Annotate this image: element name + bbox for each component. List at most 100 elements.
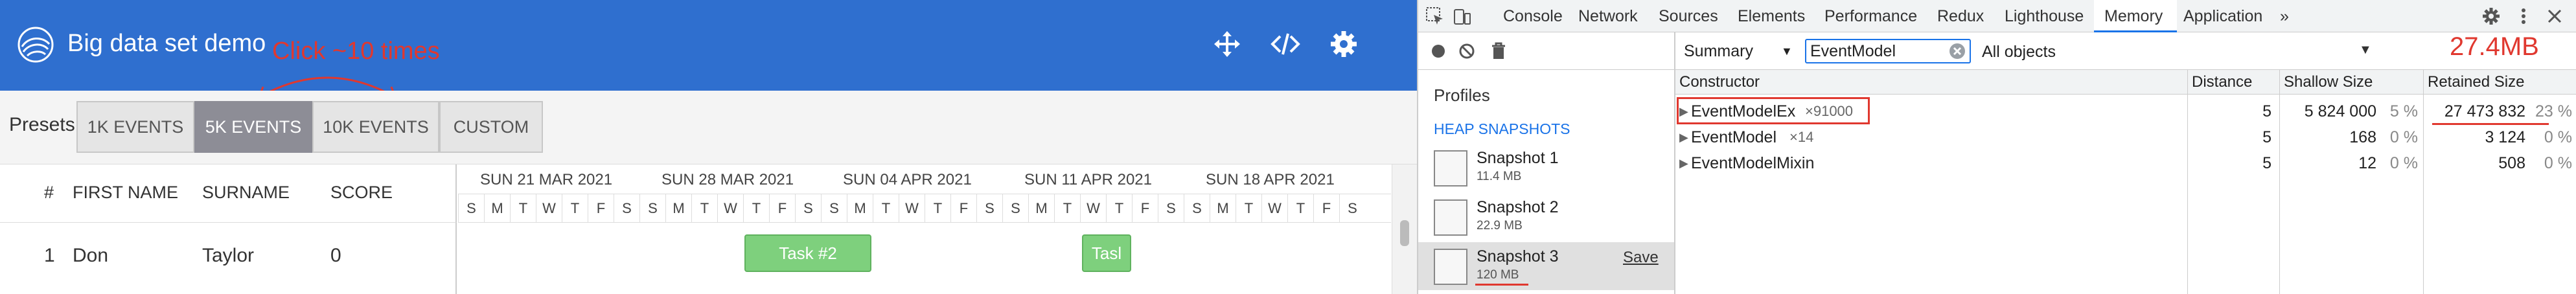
column-header-distance[interactable]: Distance [2187, 70, 2279, 95]
expand-arrow-icon[interactable]: ▶ [1679, 150, 1688, 176]
constructor-name: EventModelMixin [1691, 154, 1815, 172]
instance-count: ×14 [1789, 129, 1814, 145]
tab-memory[interactable]: Memory [2094, 0, 2177, 32]
scrollbar-thumb[interactable] [1400, 220, 1409, 246]
tab-redux[interactable]: Redux [1931, 0, 1998, 32]
day-cell: T [1106, 194, 1132, 223]
move-icon[interactable] [1212, 28, 1243, 60]
shallow-size-value: 12 [2358, 154, 2376, 172]
retained-size-value: 27 473 832 [2444, 102, 2525, 120]
memory-annotation: 27.4MB [2450, 32, 2539, 61]
table-row[interactable]: ▶ EventModelMixin 5 12 0 % 508 0 % [1675, 150, 2576, 176]
day-cell: T [562, 194, 588, 223]
settings-icon[interactable] [1328, 28, 1359, 60]
device-toolbar-icon[interactable] [1452, 6, 1473, 27]
shallow-size-percent: 0 % [2389, 154, 2418, 172]
day-cell: F [1132, 194, 1158, 223]
code-icon[interactable] [1270, 28, 1301, 60]
distance-value: 5 [2262, 128, 2271, 146]
snapshot-name: Snapshot 3 [1477, 247, 1559, 266]
objects-select[interactable]: All objects [1982, 43, 2056, 62]
column-header-index[interactable]: # [44, 183, 54, 203]
save-snapshot-link[interactable]: Save [1623, 249, 1659, 267]
snapshot-item-selected[interactable]: Snapshot 3 120 MB Save [1418, 242, 1674, 290]
snapshot-icon [1434, 199, 1467, 236]
table-row[interactable]: 1 Don Taylor 0 [0, 223, 457, 294]
column-header-shallow-size[interactable]: Shallow Size [2279, 70, 2423, 95]
table-row[interactable]: ▶ EventModel ×14 5 168 0 % 3 124 0 % [1675, 124, 2576, 150]
snapshot-size: 120 MB [1477, 268, 1519, 282]
day-cell: F [588, 194, 614, 223]
day-cell: M [1210, 194, 1236, 223]
snapshot-item[interactable]: Snapshot 1 11.4 MB [1418, 144, 1674, 192]
preset-1k-button[interactable]: 1K EVENTS [76, 101, 194, 153]
tab-lighthouse[interactable]: Lighthouse [1998, 0, 2094, 32]
tab-application[interactable]: Application [2177, 0, 2274, 32]
timeline-scrollbar[interactable] [1392, 164, 1417, 294]
tab-console[interactable]: Console [1497, 0, 1572, 32]
day-cell: S [1339, 194, 1365, 223]
settings-icon[interactable] [2481, 6, 2501, 27]
class-filter-input[interactable]: EventModel [1805, 39, 1971, 63]
day-cell: F [950, 194, 976, 223]
tab-performance[interactable]: Performance [1818, 0, 1931, 32]
view-select[interactable]: Summary ▼ [1684, 39, 1800, 63]
day-cell: W [1080, 194, 1106, 223]
day-cell: S [1184, 194, 1210, 223]
column-header-constructor[interactable]: Constructor [1675, 70, 2187, 95]
day-cell: S [795, 194, 821, 223]
column-header-surname[interactable]: SURNAME [202, 183, 290, 203]
preset-10k-button[interactable]: 10K EVENTS [312, 101, 439, 153]
snapshot-item[interactable]: Snapshot 2 22.9 MB [1418, 193, 1674, 241]
shallow-size-value: 5 824 000 [2304, 102, 2376, 120]
day-cell: T [1236, 194, 1261, 223]
column-header-retained-size[interactable]: Retained Size [2423, 70, 2576, 95]
day-cell: T [691, 194, 717, 223]
column-header-first-name[interactable]: FIRST NAME [73, 183, 178, 203]
week-label: SUN 04 APR 2021 [843, 171, 972, 188]
devtools-panel: Console Network Sources Elements Perform… [1417, 0, 2576, 294]
table-header: Constructor Distance Shallow Size Retain… [1675, 70, 2576, 95]
week-label: SUN 11 APR 2021 [1024, 171, 1153, 188]
snapshot-name: Snapshot 2 [1477, 198, 1559, 216]
task-bar[interactable]: Task #2 [744, 234, 871, 272]
tab-network[interactable]: Network [1572, 0, 1652, 32]
retained-size-value: 3 124 [2485, 128, 2525, 146]
expand-arrow-icon[interactable]: ▶ [1679, 124, 1688, 150]
day-cell: T [1287, 194, 1313, 223]
first-name-cell: Don [73, 245, 109, 266]
close-icon[interactable] [2544, 6, 2565, 27]
clear-filter-icon[interactable] [1948, 42, 1966, 60]
record-icon[interactable] [1430, 43, 1447, 60]
week-label: SUN 18 APR 2021 [1206, 171, 1335, 188]
week-label: SUN 28 MAR 2021 [661, 171, 794, 188]
more-tabs-button[interactable]: » [2280, 0, 2306, 32]
day-cell: F [1313, 194, 1339, 223]
heap-summary-table: Constructor Distance Shallow Size Retain… [1675, 70, 2576, 294]
preset-custom-button[interactable]: CUSTOM [439, 101, 543, 153]
column-header-score[interactable]: SCORE [330, 183, 393, 203]
day-cell: S [614, 194, 639, 223]
day-cell: S [1158, 194, 1184, 223]
trash-icon[interactable] [1489, 41, 1508, 61]
snapshot-icon [1434, 249, 1467, 285]
clear-icon[interactable] [1458, 43, 1475, 60]
constructor-highlight [1677, 97, 1870, 124]
distance-value: 5 [2262, 102, 2271, 120]
score-cell: 0 [330, 245, 341, 266]
snapshot-name: Snapshot 1 [1477, 149, 1559, 167]
gantt-timeline: SUN 21 MAR 2021 SUN 28 MAR 2021 SUN 04 A… [458, 164, 1391, 294]
tab-elements[interactable]: Elements [1731, 0, 1818, 32]
app-header: Big data set demo Click ~10 times [0, 0, 1417, 98]
task-bar[interactable]: Tasl [1082, 234, 1131, 272]
day-cell: W [899, 194, 925, 223]
distance-value: 5 [2262, 154, 2271, 172]
snapshot-size: 11.4 MB [1477, 170, 1522, 183]
more-options-icon[interactable] [2513, 6, 2534, 27]
day-cell: S [976, 194, 1002, 223]
preset-5k-button[interactable]: 5K EVENTS [194, 101, 312, 153]
inspect-element-icon[interactable] [1425, 6, 1445, 27]
tab-sources[interactable]: Sources [1652, 0, 1731, 32]
presets-bar: Presets 1K EVENTS 5K EVENTS 10K EVENTS C… [0, 91, 1417, 164]
day-cell: M [665, 194, 691, 223]
